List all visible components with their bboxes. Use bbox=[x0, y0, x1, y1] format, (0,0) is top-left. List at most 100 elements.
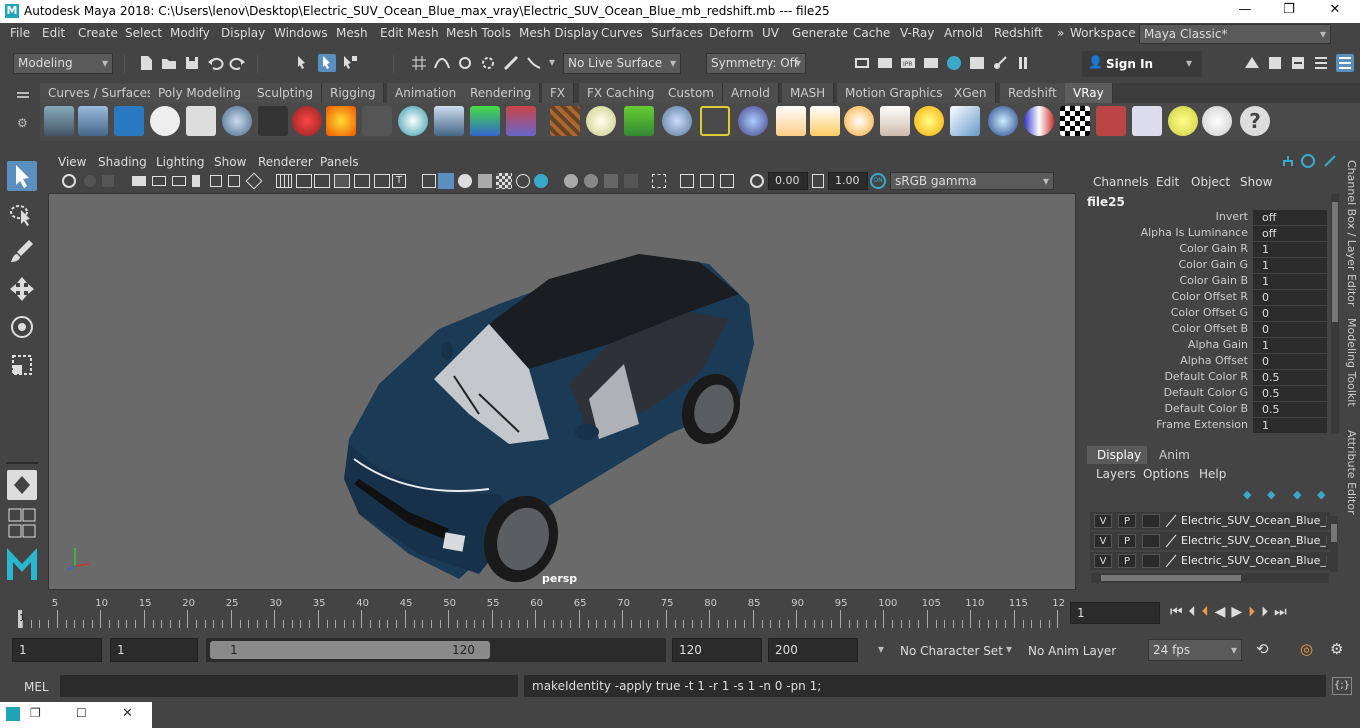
snap-curve-icon[interactable] bbox=[433, 54, 451, 72]
layer-color-icon[interactable] bbox=[1164, 534, 1178, 548]
vray-cone-icon[interactable] bbox=[434, 106, 464, 136]
layer-color-icon[interactable] bbox=[1164, 554, 1178, 568]
vray-sphere-fade-icon[interactable] bbox=[738, 106, 768, 136]
attribute-label[interactable]: Color Offset B bbox=[1083, 322, 1248, 335]
vray-particles-icon[interactable] bbox=[662, 106, 692, 136]
animation-end-field[interactable]: 200 bbox=[768, 638, 858, 662]
workspace-dropdown[interactable]: Maya Classic* bbox=[1139, 24, 1331, 44]
layer-row[interactable]: V P Electric_SUV_Ocean_Blue_lay bbox=[1090, 512, 1330, 530]
snap-options-chevron-icon[interactable]: ▾ bbox=[549, 55, 555, 69]
field-chart-icon[interactable] bbox=[354, 174, 370, 188]
render-view-icon[interactable] bbox=[968, 54, 986, 72]
channel-menu-channels[interactable]: Channels bbox=[1093, 175, 1149, 189]
hypershade-icon[interactable] bbox=[945, 54, 963, 72]
character-set-chevron-icon[interactable]: ▾ bbox=[878, 642, 884, 656]
layer-playback-toggle[interactable]: P bbox=[1118, 514, 1136, 528]
vray-light-dome-icon[interactable] bbox=[776, 106, 806, 136]
shelf-settings-gear-icon[interactable]: ⚙ bbox=[17, 116, 28, 130]
attribute-label[interactable]: Default Color G bbox=[1083, 386, 1248, 399]
close-small-icon[interactable]: ✕ bbox=[122, 706, 133, 721]
layer-visibility-toggle[interactable]: V bbox=[1094, 534, 1112, 548]
sign-in-button[interactable]: 👤 Sign In ▾ bbox=[1082, 51, 1202, 77]
menu-overflow-chevron[interactable]: » bbox=[1057, 26, 1064, 40]
vray-table-icon[interactable] bbox=[1132, 106, 1162, 136]
snap-view-plane-icon[interactable] bbox=[479, 54, 497, 72]
menu-file[interactable]: File bbox=[10, 26, 30, 40]
go-to-end-icon[interactable]: ⏭ bbox=[1274, 604, 1293, 620]
menu-edit-mesh[interactable]: Edit Mesh bbox=[380, 26, 439, 40]
xray-joints-icon[interactable] bbox=[680, 174, 694, 188]
vray-ies-light-icon[interactable] bbox=[880, 106, 910, 136]
attribute-label[interactable]: Color Gain B bbox=[1083, 274, 1248, 287]
command-input[interactable] bbox=[60, 675, 518, 697]
shelf-tab-mash[interactable]: MASH bbox=[782, 83, 835, 103]
animation-start-field[interactable]: 1 bbox=[12, 638, 102, 662]
snap-point-icon[interactable] bbox=[456, 54, 474, 72]
vray-dome-icon[interactable] bbox=[586, 106, 616, 136]
grid-icon[interactable] bbox=[276, 174, 292, 188]
vray-camera-icon[interactable] bbox=[258, 106, 288, 136]
attribute-value-field[interactable]: 0.5 bbox=[1253, 386, 1327, 401]
attribute-label[interactable]: Color Offset G bbox=[1083, 306, 1248, 319]
menu-cache[interactable]: Cache bbox=[853, 26, 890, 40]
fps-dropdown[interactable]: 24 fps bbox=[1148, 639, 1242, 661]
xray-active-icon[interactable] bbox=[700, 174, 714, 188]
xray-icon[interactable] bbox=[652, 174, 666, 188]
attribute-label[interactable]: Default Color R bbox=[1083, 370, 1248, 383]
scale-tool-icon[interactable] bbox=[7, 350, 37, 380]
layer-tab-display[interactable]: Display bbox=[1087, 446, 1147, 464]
snap-grid-icon[interactable] bbox=[410, 54, 428, 72]
layer-list-scrollbar[interactable] bbox=[1330, 516, 1338, 572]
viewport-menu-show[interactable]: Show bbox=[214, 155, 246, 169]
vray-flag-icon[interactable] bbox=[1024, 106, 1054, 136]
save-scene-icon[interactable] bbox=[183, 54, 201, 72]
layer-color-icon[interactable] bbox=[1164, 514, 1178, 528]
hierarchy-icon[interactable] bbox=[1281, 154, 1295, 168]
attribute-label[interactable]: Alpha Gain bbox=[1083, 338, 1248, 351]
film-gate-icon[interactable] bbox=[296, 174, 312, 188]
attribute-value-field[interactable]: 0 bbox=[1253, 306, 1327, 321]
vray-vfb-icon[interactable] bbox=[1096, 106, 1126, 136]
new-layer-selected-icon[interactable]: ◆ bbox=[1317, 488, 1331, 501]
attribute-editor-icon[interactable] bbox=[1266, 54, 1284, 72]
viewport-menu-panels[interactable]: Panels bbox=[320, 155, 359, 169]
attribute-label[interactable]: Alpha Offset bbox=[1083, 354, 1248, 367]
layer-display-type-toggle[interactable] bbox=[1142, 534, 1160, 548]
vray-frame-buffer-icon[interactable] bbox=[114, 106, 144, 136]
attribute-label[interactable]: Alpha Is Luminance bbox=[1083, 226, 1248, 239]
go-to-start-icon[interactable]: ⏮ bbox=[1170, 604, 1189, 620]
lasso-tool-icon[interactable] bbox=[7, 200, 37, 230]
shelf-tab-animation[interactable]: Animation bbox=[387, 83, 466, 103]
rotate-tool-icon[interactable] bbox=[7, 312, 37, 342]
layer-menu-layers[interactable]: Layers bbox=[1096, 467, 1136, 481]
camera-attributes-icon[interactable] bbox=[62, 174, 76, 188]
render-setup-icon[interactable] bbox=[991, 54, 1009, 72]
select-tool-icon[interactable] bbox=[7, 161, 37, 191]
vray-material-icon[interactable] bbox=[292, 106, 322, 136]
layer-visibility-toggle[interactable]: V bbox=[1094, 554, 1112, 568]
shelf-tab-fx[interactable]: FX bbox=[542, 83, 575, 103]
attribute-value-field[interactable]: 1 bbox=[1253, 258, 1327, 273]
menu-uv[interactable]: UV bbox=[762, 26, 779, 40]
symmetry-dropdown[interactable]: Symmetry: Off bbox=[706, 53, 806, 74]
channel-box-scrollbar[interactable] bbox=[1331, 194, 1339, 434]
redo-icon[interactable] bbox=[229, 54, 247, 72]
side-tab-attribute-editor[interactable]: Attribute Editor bbox=[1343, 430, 1358, 530]
select-component-icon[interactable] bbox=[341, 54, 359, 72]
render-current-icon[interactable] bbox=[853, 54, 871, 72]
screen-space-ao-icon[interactable] bbox=[534, 174, 548, 188]
color-management-icon[interactable]: ON bbox=[870, 173, 886, 189]
tool-settings-icon[interactable] bbox=[1289, 54, 1307, 72]
channel-menu-edit[interactable]: Edit bbox=[1156, 175, 1179, 189]
snap-together-icon[interactable] bbox=[245, 172, 263, 190]
playback-end-field[interactable]: 120 bbox=[672, 638, 762, 662]
shelf-tab-motion-graphics[interactable]: Motion Graphics bbox=[837, 83, 952, 103]
vray-sphere-light-icon[interactable] bbox=[844, 106, 874, 136]
auto-key-icon[interactable]: ◎ bbox=[1300, 640, 1313, 658]
move-tool-icon[interactable] bbox=[7, 274, 37, 304]
move-layer-down-icon[interactable]: ◆ bbox=[1267, 488, 1281, 501]
viewport-menu-renderer[interactable]: Renderer bbox=[258, 155, 313, 169]
vray-bulb-icon[interactable] bbox=[1168, 106, 1198, 136]
shelf-tab-rigging[interactable]: Rigging bbox=[322, 83, 385, 103]
layer-menu-help[interactable]: Help bbox=[1199, 467, 1226, 481]
